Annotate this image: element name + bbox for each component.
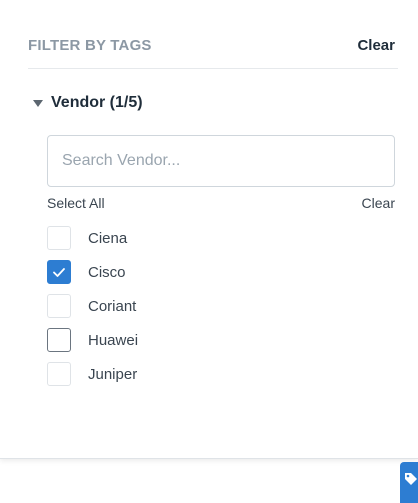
tag-icon — [405, 473, 417, 485]
clear-all-filters-button[interactable]: Clear — [357, 37, 395, 54]
vendor-option-coriant[interactable]: Coriant — [47, 293, 138, 319]
vendor-checkbox[interactable] — [47, 226, 71, 250]
checkmark-icon — [53, 267, 65, 277]
filter-title: FILTER BY TAGS — [28, 36, 152, 54]
vendor-option-huawei[interactable]: Huawei — [47, 327, 138, 353]
vendor-checkbox[interactable] — [47, 362, 71, 386]
vendor-checkbox[interactable] — [47, 260, 71, 284]
vendor-search-input[interactable] — [47, 135, 395, 187]
vendor-checkbox[interactable] — [47, 294, 71, 318]
vendor-options-list: Ciena Cisco Coriant Huawei Juniper — [47, 225, 138, 395]
vendor-bulk-actions: Select All Clear — [47, 195, 395, 211]
caret-down-icon — [33, 100, 43, 107]
vendor-option-label: Cisco — [88, 263, 126, 281]
vendor-option-label: Huawei — [88, 331, 139, 349]
vendor-group-toggle[interactable]: Vendor (1/5) — [33, 94, 143, 112]
filter-panel: FILTER BY TAGS Clear Vendor (1/5) Select… — [0, 0, 418, 459]
vendor-option-juniper[interactable]: Juniper — [47, 361, 138, 387]
vendor-option-cisco[interactable]: Cisco — [47, 259, 138, 285]
vendor-group-title: Vendor (1/5) — [51, 94, 143, 111]
tags-side-tab[interactable] — [400, 462, 418, 503]
vendor-option-ciena[interactable]: Ciena — [47, 225, 138, 251]
vendor-option-label: Coriant — [88, 297, 137, 315]
vendor-option-label: Juniper — [88, 365, 138, 383]
select-all-button[interactable]: Select All — [47, 195, 105, 211]
filter-header: FILTER BY TAGS Clear — [28, 36, 395, 54]
header-divider — [28, 68, 398, 69]
vendor-checkbox[interactable] — [47, 328, 71, 352]
vendor-option-label: Ciena — [88, 229, 128, 247]
vendor-clear-button[interactable]: Clear — [362, 195, 395, 211]
